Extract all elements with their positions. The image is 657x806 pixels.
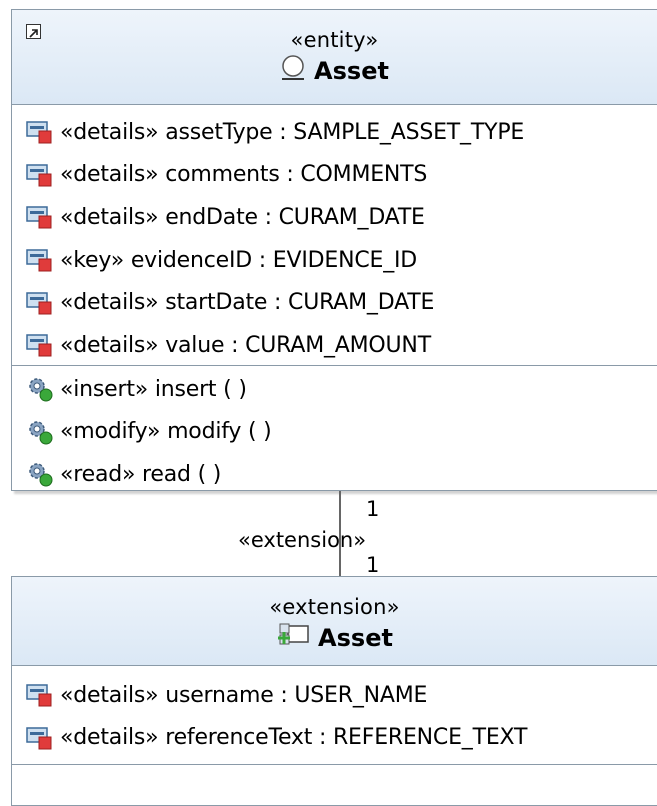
target-multiplicity: 1 <box>366 553 380 577</box>
compartment-divider <box>12 764 657 765</box>
attribute-icon <box>26 331 54 359</box>
attributes-compartment: «details» assetType : SAMPLE_ASSET_TYPE … <box>12 111 657 367</box>
compartment-divider <box>12 365 657 366</box>
operation-row[interactable]: «modify» modify ( ) <box>12 411 657 454</box>
extension-class-name: Asset <box>318 624 393 652</box>
entity-class-name: Asset <box>314 57 389 85</box>
attribute-icon <box>26 118 54 146</box>
extension-class-icon <box>276 621 310 655</box>
operation-text: «read» read ( ) <box>60 461 222 487</box>
attribute-text: «details» referenceText : REFERENCE_TEXT <box>60 725 528 751</box>
attribute-row[interactable]: «details» comments : COMMENTS <box>12 154 657 197</box>
attribute-row[interactable]: «details» startDate : CURAM_DATE <box>12 281 657 324</box>
source-multiplicity: 1 <box>366 497 380 521</box>
operation-gear-icon <box>26 418 54 446</box>
attribute-icon <box>26 681 54 709</box>
entity-class-header: «entity» Asset <box>12 10 657 105</box>
attribute-text: «details» username : USER_NAME <box>60 682 428 708</box>
attribute-row[interactable]: «details» referenceText : REFERENCE_TEXT <box>12 717 657 760</box>
entity-class-box[interactable]: «entity» Asset «details» assetType : SAM… <box>11 9 657 491</box>
attribute-icon <box>26 289 54 317</box>
attribute-text: «details» comments : COMMENTS <box>60 162 428 188</box>
attribute-row[interactable]: «key» evidenceID : EVIDENCE_ID <box>12 239 657 282</box>
entity-stereotype: «entity» <box>290 28 379 52</box>
extension-stereotype: «extension» <box>269 595 400 619</box>
attribute-icon <box>26 724 54 752</box>
attribute-icon <box>26 246 54 274</box>
operations-compartment: «insert» insert ( ) «modify» modify ( ) … <box>12 368 657 496</box>
attribute-text: «key» evidenceID : EVIDENCE_ID <box>60 247 418 273</box>
operation-gear-icon <box>26 375 54 403</box>
attribute-row[interactable]: «details» endDate : CURAM_DATE <box>12 196 657 239</box>
connector-stereotype: «extension» <box>238 528 367 552</box>
attribute-icon <box>26 161 54 189</box>
attribute-text: «details» startDate : CURAM_DATE <box>60 290 435 316</box>
extension-class-box[interactable]: «extension» Asset «details» username : U… <box>11 576 657 806</box>
extension-attributes-compartment: «details» username : USER_NAME «details»… <box>12 674 657 759</box>
extension-class-header: «extension» Asset <box>12 577 657 666</box>
attribute-row[interactable]: «details» username : USER_NAME <box>12 674 657 717</box>
attribute-text: «details» assetType : SAMPLE_ASSET_TYPE <box>60 119 525 145</box>
attribute-row[interactable]: «details» value : CURAM_AMOUNT <box>12 324 657 367</box>
expand-arrow-icon[interactable] <box>26 24 41 39</box>
operation-row[interactable]: «insert» insert ( ) <box>12 368 657 411</box>
operation-text: «modify» modify ( ) <box>60 419 272 445</box>
operation-text: «insert» insert ( ) <box>60 376 247 402</box>
attribute-icon <box>26 203 54 231</box>
circle-entity-icon <box>280 54 306 88</box>
attribute-row[interactable]: «details» assetType : SAMPLE_ASSET_TYPE <box>12 111 657 154</box>
attribute-text: «details» endDate : CURAM_DATE <box>60 204 425 230</box>
operation-gear-icon <box>26 460 54 488</box>
attribute-text: «details» value : CURAM_AMOUNT <box>60 332 431 358</box>
operation-row[interactable]: «read» read ( ) <box>12 453 657 496</box>
